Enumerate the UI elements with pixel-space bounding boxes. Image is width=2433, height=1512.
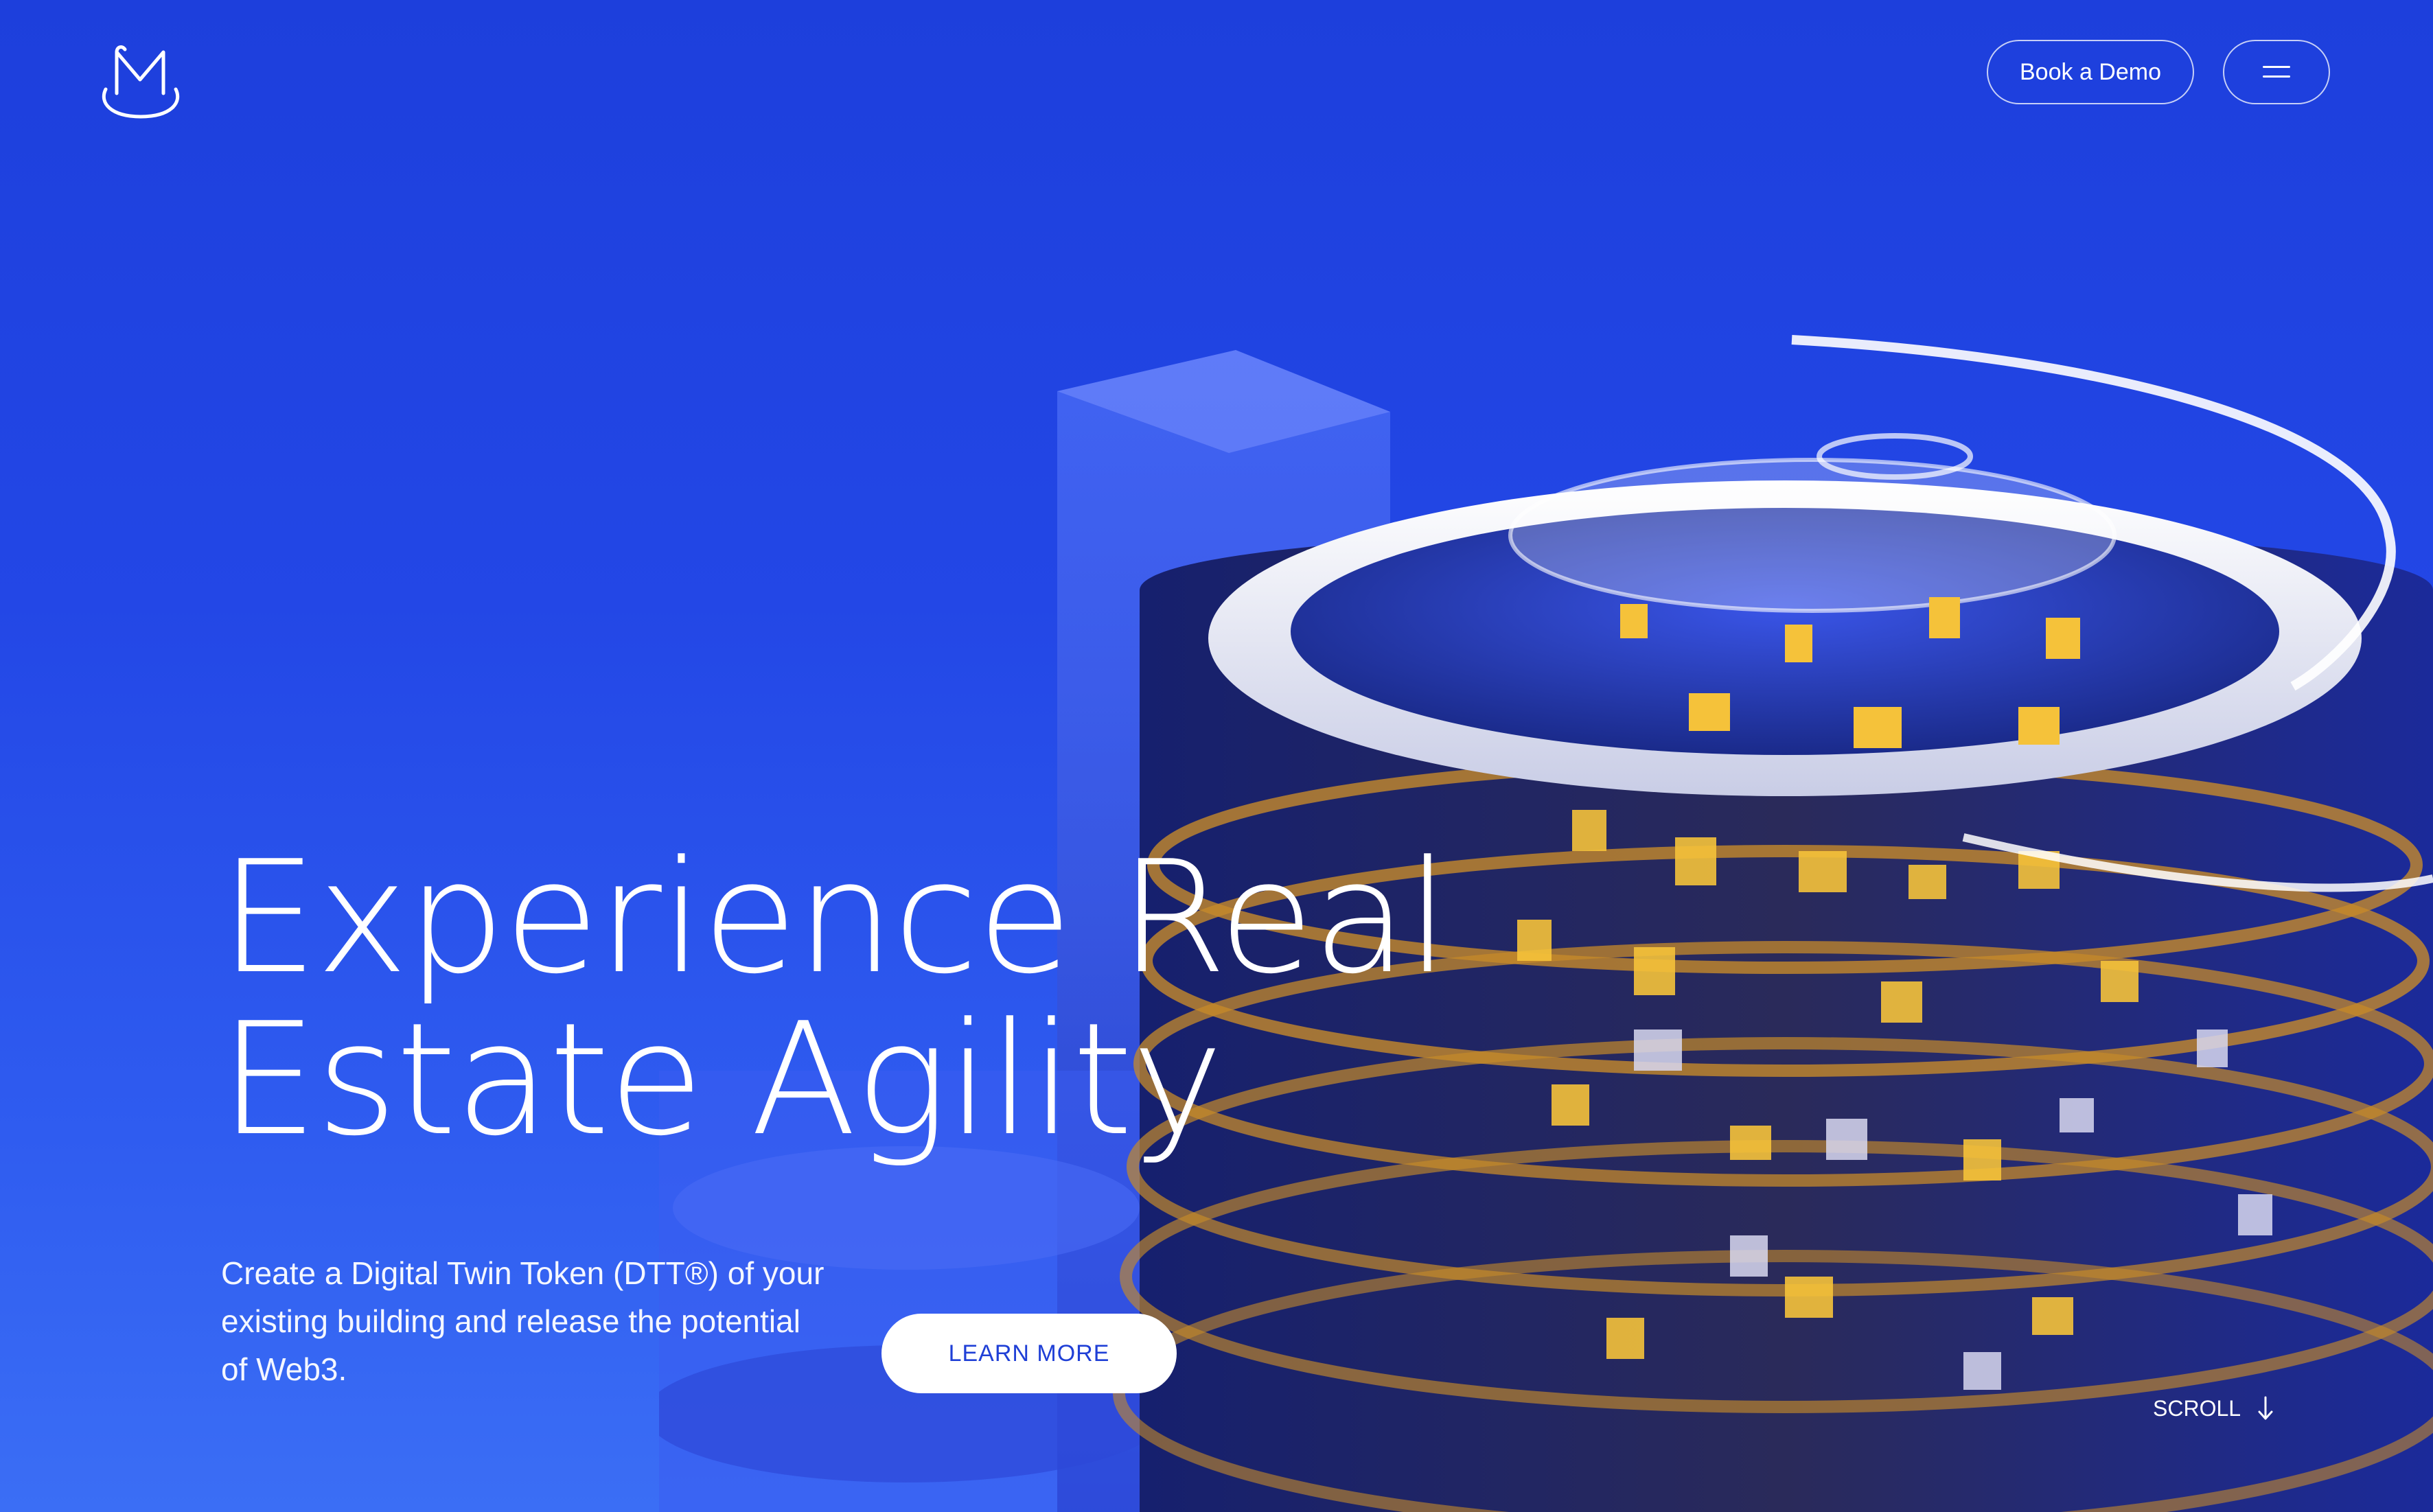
book-demo-button[interactable]: Book a Demo xyxy=(1987,40,2194,104)
menu-button[interactable] xyxy=(2223,40,2330,104)
arrow-down-icon xyxy=(2257,1395,2274,1422)
book-demo-label: Book a Demo xyxy=(2020,58,2161,85)
headline-line-2: Estate Agility xyxy=(220,990,1223,1170)
scroll-indicator[interactable]: SCROLL xyxy=(2153,1389,2274,1428)
hero-section: Book a Demo Experience Real Estate Agili… xyxy=(0,0,2433,1512)
m-cup-logo-icon[interactable] xyxy=(96,40,185,121)
learn-more-button[interactable]: LEARN MORE xyxy=(881,1314,1177,1393)
hamburger-menu-icon xyxy=(2263,65,2290,80)
hero-headline: Experience Real Estate Agility xyxy=(220,837,1524,1161)
headline-line-1: Experience Real xyxy=(220,828,1449,1008)
scroll-label: SCROLL xyxy=(2153,1395,2241,1421)
hero-subtext: Create a Digital Twin Token (DTT®) of yo… xyxy=(221,1255,825,1387)
learn-more-label: LEARN MORE xyxy=(948,1340,1110,1366)
